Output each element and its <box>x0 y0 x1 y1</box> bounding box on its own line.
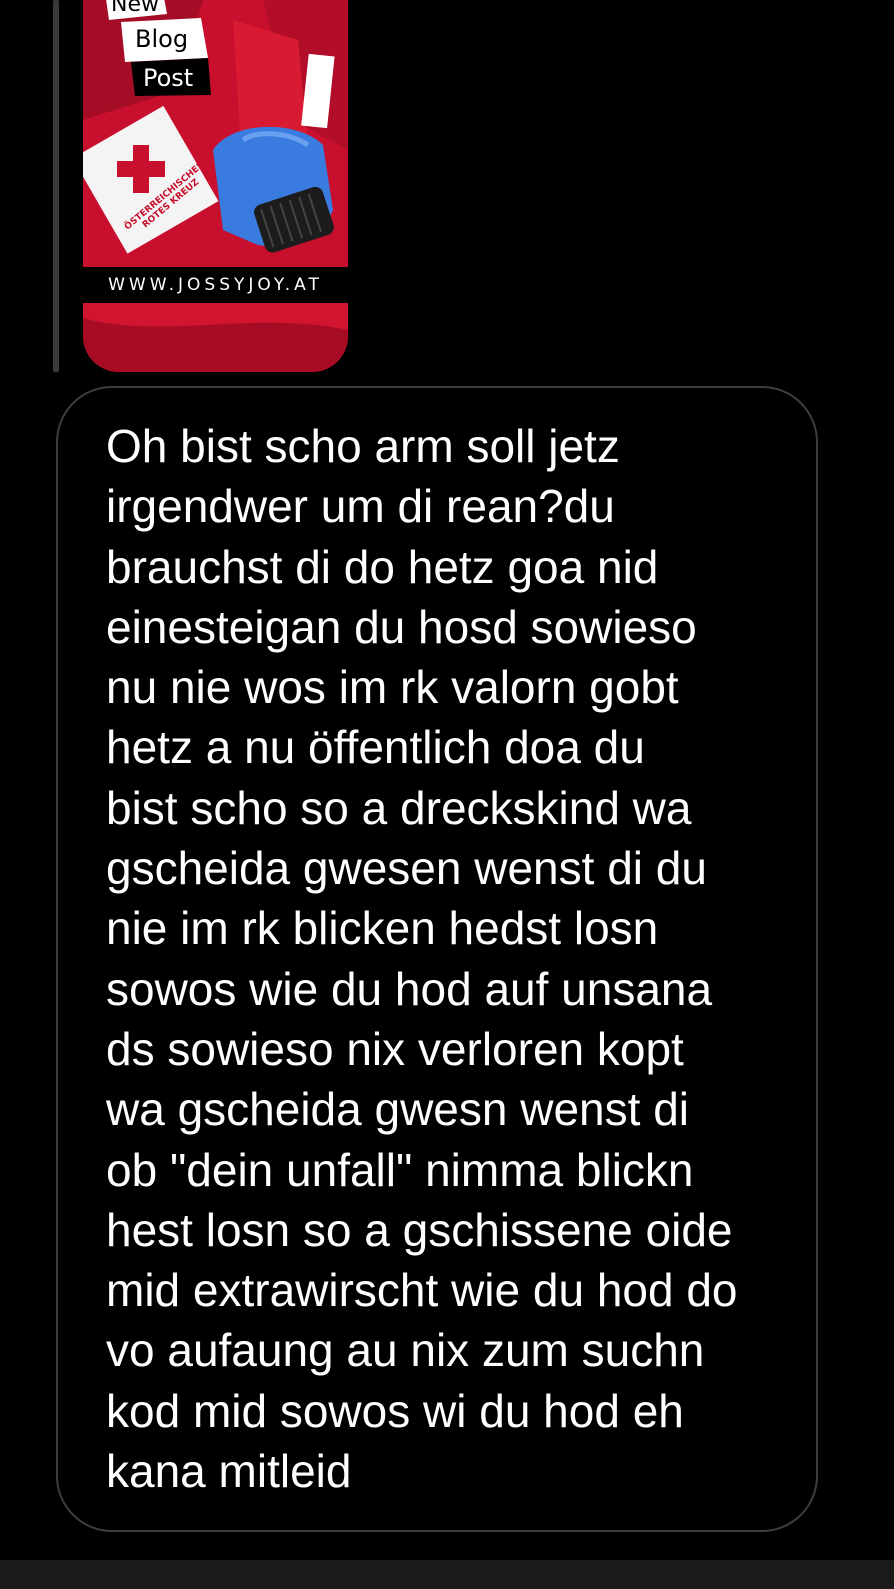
message-bubble[interactable]: Oh bist scho arm soll jetz irgendwer um … <box>56 386 818 1532</box>
blog-url-label: WWW.JOSSYJOY.AT <box>83 267 348 303</box>
bottom-bar <box>0 1560 894 1589</box>
shared-blog-post-image[interactable]: New Blog Post ÖSTERREICHISCHES ROTES KRE… <box>83 0 348 372</box>
reply-quote-bar <box>53 0 59 372</box>
blog-post-photo <box>83 0 348 372</box>
message-text: Oh bist scho arm soll jetz irgendwer um … <box>106 420 738 1498</box>
sticker-post-label: Post <box>143 64 194 92</box>
sticker-blog-label: Blog <box>135 25 189 53</box>
sticker-new-label: New <box>111 0 159 17</box>
